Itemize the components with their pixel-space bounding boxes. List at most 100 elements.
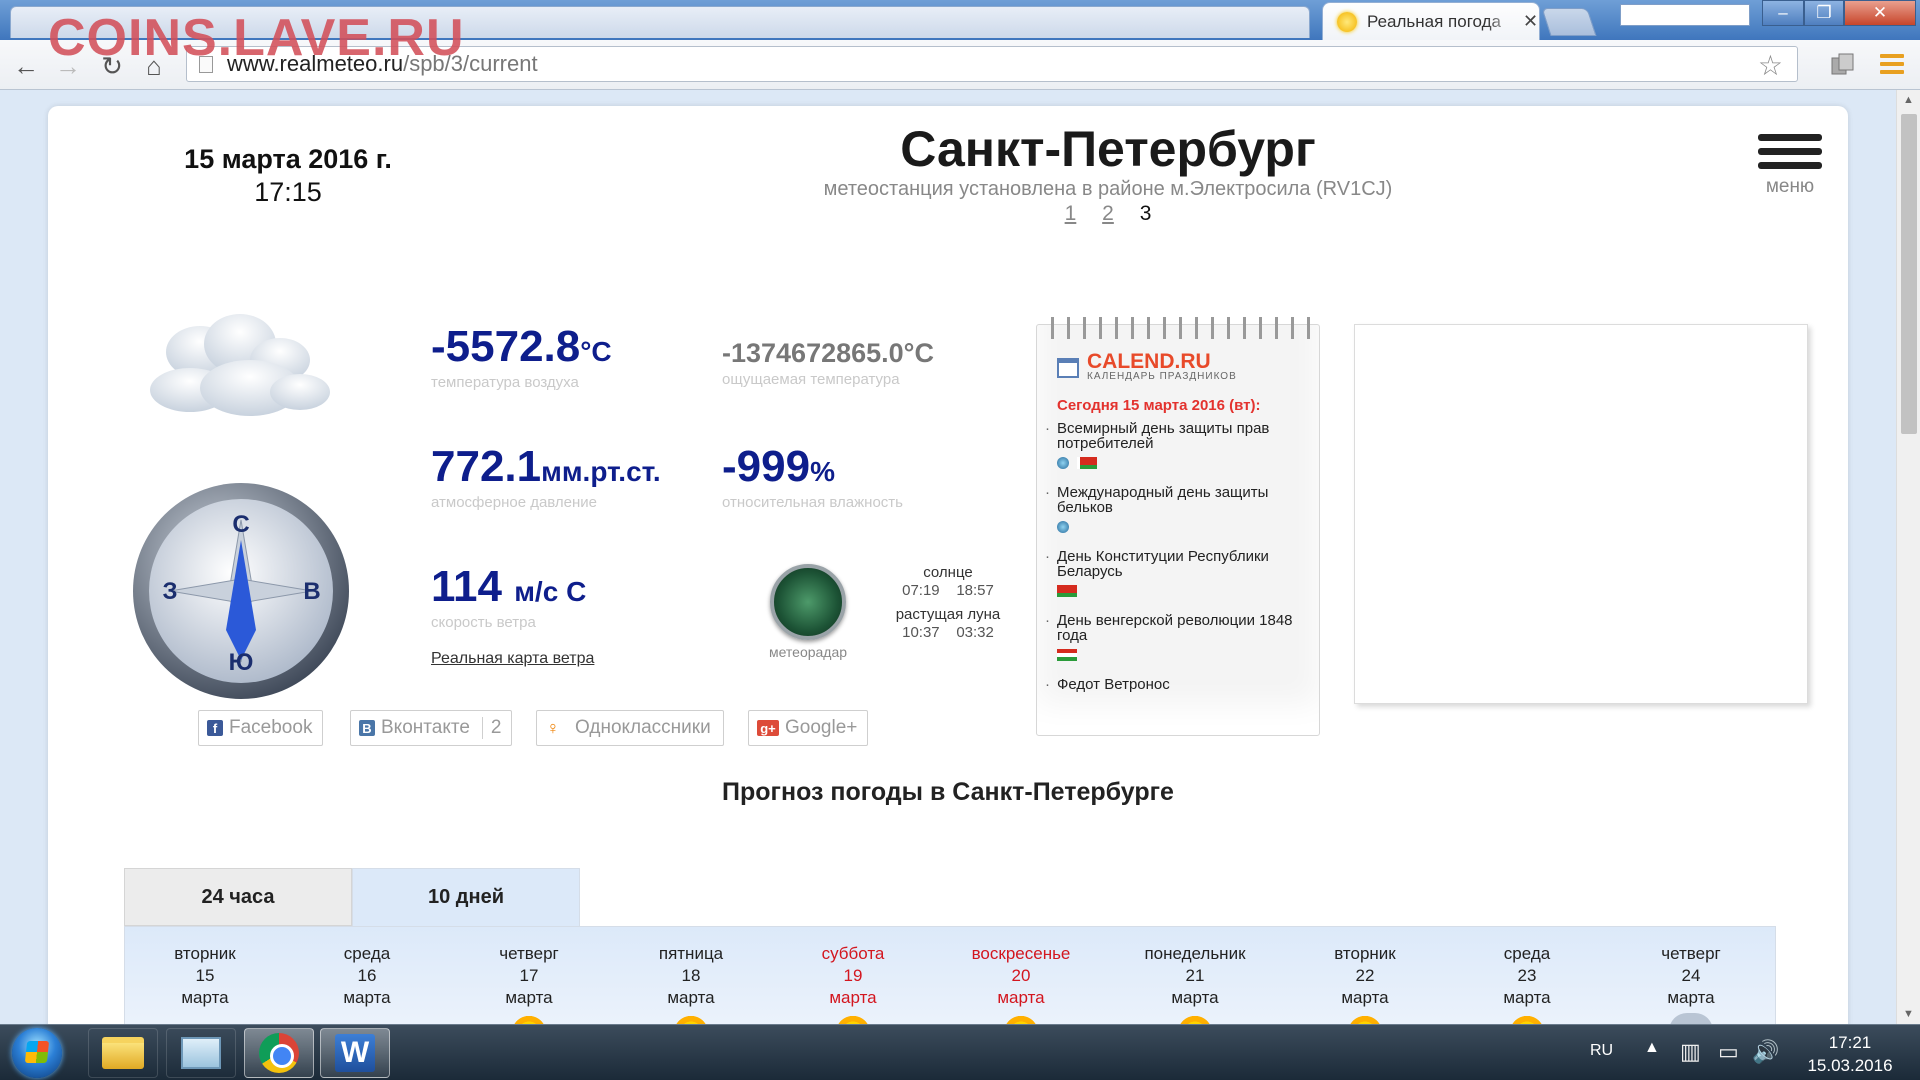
wind-label: скорость ветра <box>431 614 536 631</box>
forecast-day-num: 21 <box>1185 966 1205 985</box>
watermark: COINS.LAVE.RU <box>48 9 465 67</box>
start-button[interactable] <box>12 1028 62 1078</box>
pressure-unit: мм.рт.ст. <box>541 456 661 487</box>
extensions-icon[interactable] <box>1830 52 1856 76</box>
back-arrow-icon[interactable]: ← <box>10 50 42 82</box>
active-tab[interactable]: Реальная погода ✕ <box>1322 2 1540 40</box>
wind-value: 114 <box>431 562 502 611</box>
forecast-day[interactable]: вторник 22 марта <box>1285 943 1445 1024</box>
forecast-day-num: 16 <box>357 966 377 985</box>
hamburger-icon <box>1758 134 1822 141</box>
calendar-logo[interactable]: CALEND.RU КАЛЕНДАРЬ ПРАЗДНИКОВ <box>1057 351 1237 382</box>
close-window-button[interactable]: ✕ <box>1844 0 1916 26</box>
chrome-taskbar-button[interactable] <box>244 1028 314 1078</box>
forecast-day[interactable]: среда 16 марта <box>287 943 447 1009</box>
page-title: Санкт-Петербург <box>900 121 1316 177</box>
forecast-day[interactable]: пятница 18 марта <box>611 943 771 1024</box>
window-switcher-taskbar-button[interactable] <box>166 1028 236 1078</box>
forecast-day-month: марта <box>181 988 229 1007</box>
station-link-1[interactable]: 1 <box>1065 202 1077 225</box>
holiday-item[interactable]: Федот Ветронос <box>1045 677 1315 692</box>
holiday-item[interactable]: Всемирный день защиты прав потребителей <box>1045 421 1315 469</box>
word-icon: W <box>335 1034 375 1072</box>
scrollbar-thumb[interactable] <box>1901 114 1917 434</box>
vertical-scrollbar[interactable]: ▲ ▼ <box>1896 90 1920 1024</box>
forecast-day[interactable]: среда 23 марта <box>1447 943 1607 1024</box>
forecast-day[interactable]: вторник 15 марта <box>125 943 285 1009</box>
vk-icon: B <box>359 720 375 736</box>
wind-map-link[interactable]: Реальная карта ветра <box>431 650 594 668</box>
calendar-icon <box>1057 357 1079 378</box>
share-vk-button[interactable]: B Вконтакте 2 <box>350 710 513 746</box>
forecast-day-weekday: вторник <box>1334 944 1396 963</box>
forecast-day-num: 20 <box>1011 966 1031 985</box>
forecast-days-strip: вторник 15 марта среда 16 марта четверг 17 марта… <box>124 926 1776 1024</box>
system-clock[interactable]: 17:21 15.03.2016 <box>1790 1031 1910 1077</box>
volume-icon[interactable]: 🔊 <box>1752 1039 1779 1065</box>
forecast-day-num: 19 <box>843 966 863 985</box>
forecast-day[interactable]: четверг 24 марта <box>1611 943 1771 1024</box>
bookmark-star-icon[interactable]: ☆ <box>1758 49 1783 82</box>
folder-icon <box>102 1037 144 1069</box>
tray-expand-icon[interactable]: ▲ <box>1644 1039 1660 1057</box>
minimize-button[interactable]: – <box>1762 0 1804 26</box>
forecast-day-num: 18 <box>681 966 701 985</box>
forecast-day[interactable]: четверг 17 марта <box>449 943 609 1024</box>
compass-n: С <box>232 511 249 538</box>
forecast-day[interactable]: воскресенье 20 марта <box>941 943 1101 1024</box>
tray-device-icon[interactable]: ▥ <box>1680 1039 1701 1065</box>
belarus-flag-icon <box>1057 585 1077 597</box>
tab-10-days[interactable]: 10 дней <box>352 868 580 926</box>
network-icon[interactable]: ▭ <box>1718 1039 1739 1065</box>
tab-close-icon[interactable]: ✕ <box>1523 11 1538 32</box>
profile-box[interactable] <box>1620 4 1750 26</box>
facebook-icon: f <box>207 720 223 736</box>
humidity-reading: -999% относительная влажность <box>722 442 903 511</box>
sun-icon <box>1345 1013 1385 1024</box>
holiday-list: Всемирный день защиты прав потребителей … <box>1045 421 1315 698</box>
humidity-label: относительная влажность <box>722 494 903 511</box>
moon-label: растущая луна <box>895 606 1001 623</box>
feels-like-reading: -1374672865.0°C ощущаемая температура <box>722 338 934 388</box>
sunset: 18:57 <box>956 582 994 599</box>
holiday-item[interactable]: День Конституции Республики Беларусь <box>1045 549 1315 597</box>
current-datetime: 15 марта 2016 г. 17:15 <box>158 144 418 208</box>
holiday-item[interactable]: Международный день защиты бельков <box>1045 485 1315 533</box>
hungary-flag-icon <box>1057 649 1077 661</box>
page-viewport: 15 марта 2016 г. 17:15 Санкт-Петербург м… <box>0 90 1896 1024</box>
pressure-value: 772.1 <box>431 442 542 491</box>
moonrise: 10:37 <box>902 624 940 641</box>
temperature-reading: -5572.8°C температура воздуха <box>431 322 612 391</box>
share-facebook-button[interactable]: f Facebook <box>198 710 324 746</box>
explorer-taskbar-button[interactable] <box>88 1028 158 1078</box>
holiday-item[interactable]: День венгерской революции 1848 года <box>1045 613 1315 661</box>
holiday-calendar-widget[interactable]: CALEND.RU КАЛЕНДАРЬ ПРАЗДНИКОВ Сегодня 1… <box>1036 317 1320 736</box>
forecast-day-month: марта <box>667 988 715 1007</box>
share-ok-label: Одноклассники <box>575 717 711 738</box>
chrome-icon <box>259 1033 299 1073</box>
tab-24-hours[interactable]: 24 часа <box>124 868 352 926</box>
sun-icon <box>1507 1013 1547 1024</box>
radar-icon <box>770 564 846 640</box>
forecast-day-month: марта <box>1503 988 1551 1007</box>
share-ok-button[interactable]: ♀ Одноклассники <box>536 710 724 746</box>
forecast-day-weekday: суббота <box>821 944 885 963</box>
ad-placeholder <box>1354 324 1808 704</box>
menu-button[interactable]: меню <box>1758 134 1822 198</box>
share-gplus-button[interactable]: g+ Google+ <box>748 710 869 746</box>
station-link-2[interactable]: 2 <box>1102 202 1114 225</box>
language-indicator[interactable]: RU <box>1590 1042 1613 1060</box>
word-taskbar-button[interactable]: W <box>320 1028 390 1078</box>
flag-icon <box>1077 457 1097 469</box>
forecast-day-weekday: пятница <box>658 944 724 963</box>
humidity-value: -999 <box>722 442 811 491</box>
scroll-up-icon[interactable]: ▲ <box>1903 94 1914 106</box>
scroll-down-icon[interactable]: ▼ <box>1903 1008 1914 1020</box>
forecast-day[interactable]: суббота 19 марта <box>773 943 933 1024</box>
share-vk-label: Вконтакте <box>381 717 470 738</box>
chrome-menu-icon[interactable] <box>1880 54 1904 76</box>
forecast-day[interactable]: понедельник 21 марта <box>1115 943 1275 1024</box>
meteoradar-button[interactable]: метеорадар <box>738 564 878 660</box>
new-tab-button[interactable] <box>1541 8 1597 36</box>
maximize-button[interactable]: ❐ <box>1804 0 1844 26</box>
